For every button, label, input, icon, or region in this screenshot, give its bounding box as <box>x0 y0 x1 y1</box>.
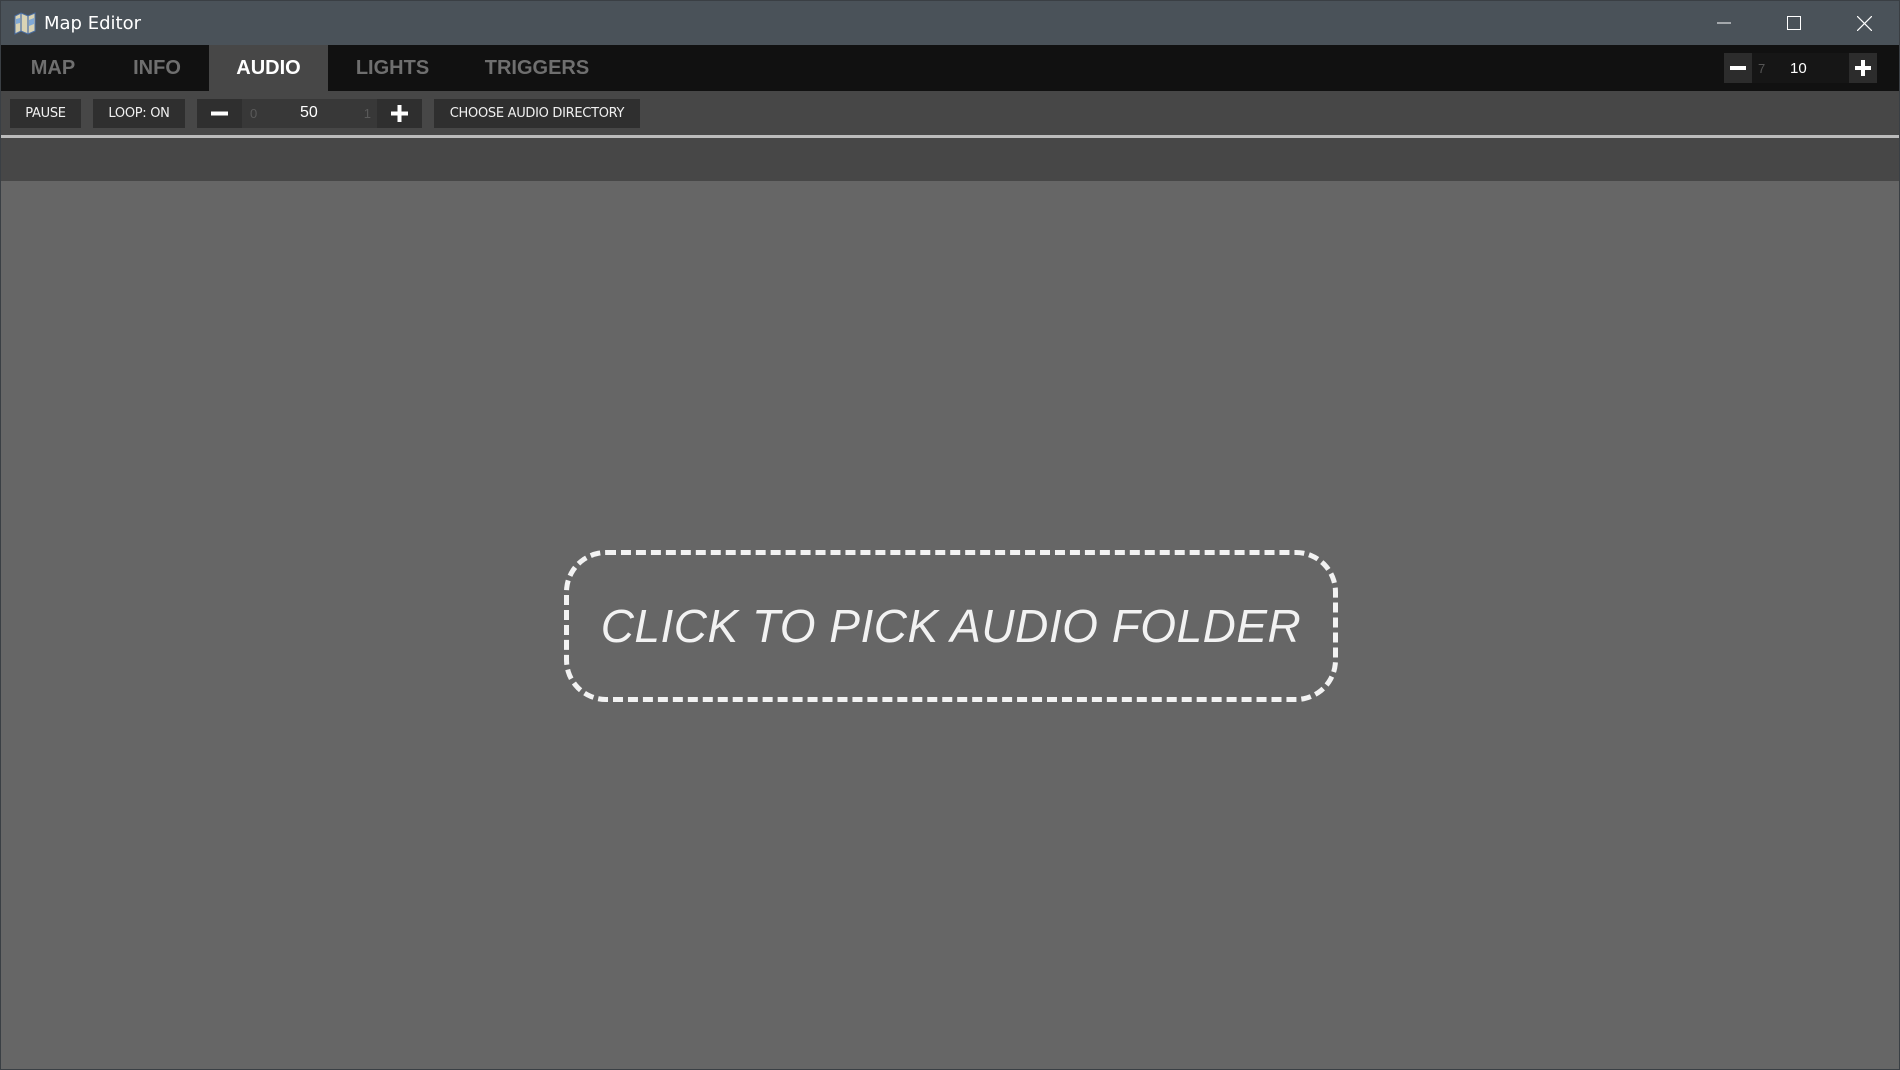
close-button[interactable] <box>1829 1 1899 45</box>
tab-bar: MAP INFO AUDIO LIGHTS TRIGGERS 7 10 <box>1 45 1899 91</box>
zoom-input[interactable]: 7 10 <box>1752 53 1849 83</box>
zoom-decrease-button[interactable] <box>1724 53 1752 83</box>
tab-lights[interactable]: LIGHTS <box>328 45 457 91</box>
close-icon <box>1856 15 1872 31</box>
title-bar[interactable]: Map Editor <box>1 1 1899 45</box>
minus-icon <box>1730 66 1746 70</box>
tab-triggers[interactable]: TRIGGERS <box>457 45 617 91</box>
choose-audio-directory-button[interactable]: CHOOSE AUDIO DIRECTORY <box>434 99 640 128</box>
audio-toolbar: PAUSE LOOP: ON 0 50 1 CHOOSE AUDIO DIREC… <box>1 91 1899 135</box>
tab-audio[interactable]: AUDIO <box>209 45 328 91</box>
zoom-value: 10 <box>1790 59 1807 77</box>
loop-toggle-button[interactable]: LOOP: ON <box>93 99 185 128</box>
map-editor-window: Map Editor MAP INFO AUDIO LIGHTS TRIGGER… <box>0 0 1900 1070</box>
tab-info[interactable]: INFO <box>105 45 209 91</box>
tab-map[interactable]: MAP <box>1 45 105 91</box>
minimize-icon <box>1717 22 1731 24</box>
dropzone-label: CLICK TO PICK AUDIO FOLDER <box>600 600 1302 652</box>
audio-list-bar <box>1 138 1899 181</box>
pause-button[interactable]: PAUSE <box>10 99 81 128</box>
zoom-min-label: 7 <box>1758 60 1766 76</box>
volume-max-label: 1 <box>363 106 371 121</box>
plus-icon <box>391 105 408 122</box>
maximize-icon <box>1787 16 1801 30</box>
volume-stepper: 0 50 1 <box>197 99 422 128</box>
volume-decrease-button[interactable] <box>197 99 242 128</box>
volume-input[interactable]: 0 50 1 <box>242 99 377 128</box>
zoom-stepper: 7 10 <box>1724 53 1877 83</box>
plus-icon <box>1855 60 1871 76</box>
volume-min-label: 0 <box>250 106 258 121</box>
minus-icon <box>211 111 228 116</box>
volume-increase-button[interactable] <box>377 99 422 128</box>
minimize-button[interactable] <box>1689 1 1759 45</box>
pick-audio-folder-dropzone[interactable]: CLICK TO PICK AUDIO FOLDER <box>564 550 1338 702</box>
map-icon <box>13 11 37 35</box>
window-title: Map Editor <box>44 12 141 34</box>
window-controls <box>1689 1 1899 45</box>
volume-value: 50 <box>300 104 318 121</box>
maximize-button[interactable] <box>1759 1 1829 45</box>
zoom-increase-button[interactable] <box>1849 53 1877 83</box>
